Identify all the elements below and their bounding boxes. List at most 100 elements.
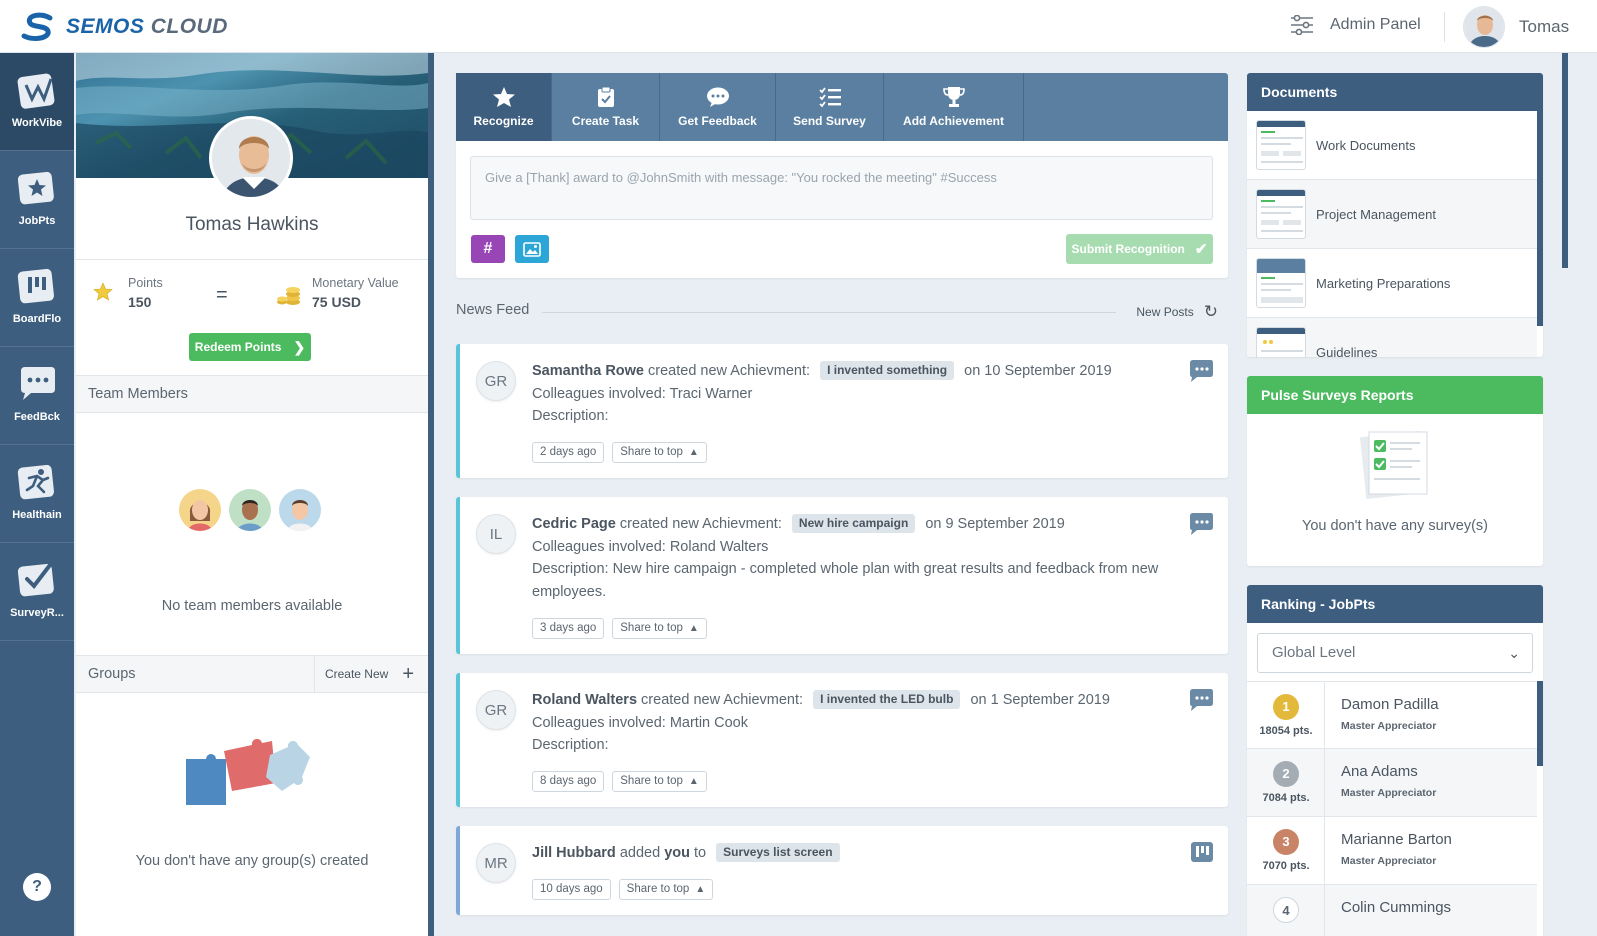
image-icon bbox=[523, 241, 541, 257]
post-meta: 3 days ago Share to top ▲ bbox=[532, 618, 707, 639]
help-button[interactable]: ? bbox=[23, 873, 51, 901]
star-folder-icon bbox=[17, 171, 54, 205]
post-body: Roland Walters created new Achievment: I… bbox=[532, 689, 1202, 757]
ranking-row[interactable]: 2 7084 pts. Ana Adams Master Appreciator bbox=[1247, 749, 1537, 817]
widget-title: Documents bbox=[1247, 73, 1543, 111]
tab-recognize[interactable]: Recognize bbox=[456, 73, 552, 141]
redeem-points-button[interactable]: Redeem Points ❯ bbox=[189, 333, 311, 361]
clipboard-icon bbox=[597, 86, 614, 107]
action-tabs: Recognize Create Task Get Feedback Send … bbox=[456, 73, 1228, 141]
rank-medal: 2 bbox=[1273, 761, 1299, 787]
comment-icon[interactable] bbox=[1188, 688, 1214, 712]
achievement-tag[interactable]: New hire campaign bbox=[791, 514, 916, 533]
post-author[interactable]: Cedric Page bbox=[532, 516, 616, 532]
rail-label: BoardFlo bbox=[12, 313, 62, 325]
board-icon[interactable] bbox=[1190, 841, 1214, 863]
chevron-up-icon: ▲ bbox=[688, 447, 699, 458]
post-time: 2 days ago bbox=[532, 442, 605, 463]
share-label: Share to top bbox=[620, 775, 683, 787]
share-to-top-button[interactable]: Share to top ▲ bbox=[618, 879, 714, 900]
share-to-top-button[interactable]: Share to top ▲ bbox=[612, 618, 707, 639]
post-author[interactable]: Jill Hubbard bbox=[532, 845, 616, 861]
submit-recognition-button[interactable]: Submit Recognition ✔ bbox=[1066, 234, 1213, 264]
tab-add-achievement[interactable]: Add Achievement bbox=[884, 73, 1024, 141]
chevron-up-icon: ▲ bbox=[695, 884, 706, 895]
rail-label: JobPts bbox=[18, 215, 56, 227]
top-bar: SEMOS CLOUD Admin Panel Tomas bbox=[0, 0, 1597, 53]
rank-title: Master Appreciator bbox=[1341, 855, 1437, 867]
rail-item-surveyr[interactable]: SurveyR... bbox=[0, 543, 74, 641]
documents-list: Work Documents Project Management Market… bbox=[1247, 111, 1543, 357]
ranking-row[interactable]: 1 18054 pts. Damon Padilla Master Apprec… bbox=[1247, 681, 1537, 750]
rail-item-feedbck[interactable]: FeedBck bbox=[0, 347, 74, 445]
document-item[interactable]: Marketing Preparations bbox=[1247, 249, 1537, 318]
tab-get-feedback[interactable]: Get Feedback bbox=[660, 73, 776, 141]
achievement-tag[interactable]: I invented the LED bulb bbox=[813, 690, 961, 709]
profile-panel: Tomas Hawkins Points 150 = Monetary Valu… bbox=[76, 53, 428, 936]
post-action: created new Achievment: bbox=[648, 363, 811, 379]
document-thumbnail bbox=[1256, 258, 1306, 308]
tab-label: Recognize bbox=[473, 114, 534, 128]
level-value: Global Level bbox=[1272, 644, 1356, 661]
pulse-surveys-widget: Pulse Surveys Reports You don't have any… bbox=[1247, 376, 1543, 566]
post-author[interactable]: Samantha Rowe bbox=[532, 363, 644, 379]
comment-icon[interactable] bbox=[1188, 512, 1214, 536]
recognition-input[interactable]: Give a [Thank] award to @JohnSmith with … bbox=[470, 156, 1213, 220]
post-description: Description: bbox=[532, 737, 609, 753]
share-to-top-button[interactable]: Share to top ▲ bbox=[612, 442, 707, 463]
survey-illustration bbox=[1359, 431, 1428, 499]
new-posts-button[interactable]: New Posts ↻ bbox=[1136, 302, 1218, 322]
scrollbar[interactable] bbox=[1537, 681, 1543, 766]
composer-panel: Recognize Create Task Get Feedback Send … bbox=[456, 73, 1228, 278]
document-item[interactable]: Work Documents bbox=[1247, 111, 1537, 180]
profile-avatar[interactable] bbox=[209, 116, 293, 200]
rail-item-workvibe[interactable]: WorkVibe bbox=[0, 53, 74, 151]
sliders-icon bbox=[1291, 15, 1313, 35]
image-button[interactable] bbox=[515, 235, 549, 263]
post-avatar: GR bbox=[476, 690, 516, 730]
ranking-row[interactable]: 4 Colin Cummings bbox=[1247, 885, 1537, 936]
tab-create-task[interactable]: Create Task bbox=[552, 73, 660, 141]
chat-icon bbox=[21, 367, 55, 400]
share-to-top-button[interactable]: Share to top ▲ bbox=[612, 771, 707, 792]
post-colleagues: Colleagues involved: Martin Cook bbox=[532, 714, 748, 731]
scrollbar[interactable] bbox=[1537, 111, 1543, 326]
hashtag-button[interactable]: # bbox=[471, 235, 505, 263]
create-group-button[interactable]: Create New + bbox=[313, 656, 414, 693]
create-new-label: Create New bbox=[324, 667, 389, 681]
level-select[interactable]: Global Level ⌄ bbox=[1257, 633, 1533, 673]
ranking-row[interactable]: 3 7070 pts. Marianne Barton Master Appre… bbox=[1247, 817, 1537, 885]
scrollbar[interactable] bbox=[428, 53, 434, 936]
board-tag[interactable]: Surveys list screen bbox=[716, 843, 840, 862]
rail-item-jobpts[interactable]: JobPts bbox=[0, 151, 74, 249]
post-you: you bbox=[664, 845, 690, 861]
document-item[interactable]: Project Management bbox=[1247, 180, 1537, 249]
share-label: Share to top bbox=[620, 446, 683, 458]
pulse-empty-text: You don't have any survey(s) bbox=[1301, 518, 1488, 534]
rail-item-healthain[interactable]: Healthain bbox=[0, 445, 74, 543]
tab-label: Send Survey bbox=[793, 114, 866, 128]
document-item[interactable]: Guidelines bbox=[1247, 318, 1537, 357]
rail-item-boardflo[interactable]: BoardFlo bbox=[0, 249, 74, 347]
document-thumbnail bbox=[1256, 189, 1306, 239]
equals-sign: = bbox=[216, 284, 228, 306]
semos-logo[interactable]: SEMOS CLOUD bbox=[20, 12, 228, 42]
rank-points: 7084 pts. bbox=[1262, 792, 1310, 804]
admin-panel-link[interactable]: Admin Panel bbox=[1290, 15, 1421, 35]
rank-points: 7070 pts. bbox=[1262, 860, 1310, 872]
rank-title: Master Appreciator bbox=[1341, 720, 1437, 732]
post-description: Description: bbox=[532, 408, 609, 424]
divider bbox=[1444, 12, 1445, 42]
achievement-tag[interactable]: I invented something bbox=[820, 361, 955, 380]
tab-send-survey[interactable]: Send Survey bbox=[776, 73, 884, 141]
rank-medal: 1 bbox=[1273, 694, 1299, 720]
comment-icon[interactable] bbox=[1188, 359, 1214, 383]
user-menu[interactable]: Tomas bbox=[1463, 6, 1569, 48]
section-title: Team Members bbox=[88, 386, 188, 402]
widget-title: Ranking - JobPts bbox=[1247, 585, 1543, 623]
document-name: Work Documents bbox=[1316, 137, 1416, 153]
post-action: added bbox=[619, 845, 661, 861]
page-scrollbar[interactable] bbox=[1562, 53, 1568, 268]
rail-label: Healthain bbox=[12, 509, 62, 521]
post-author[interactable]: Roland Walters bbox=[532, 692, 637, 708]
